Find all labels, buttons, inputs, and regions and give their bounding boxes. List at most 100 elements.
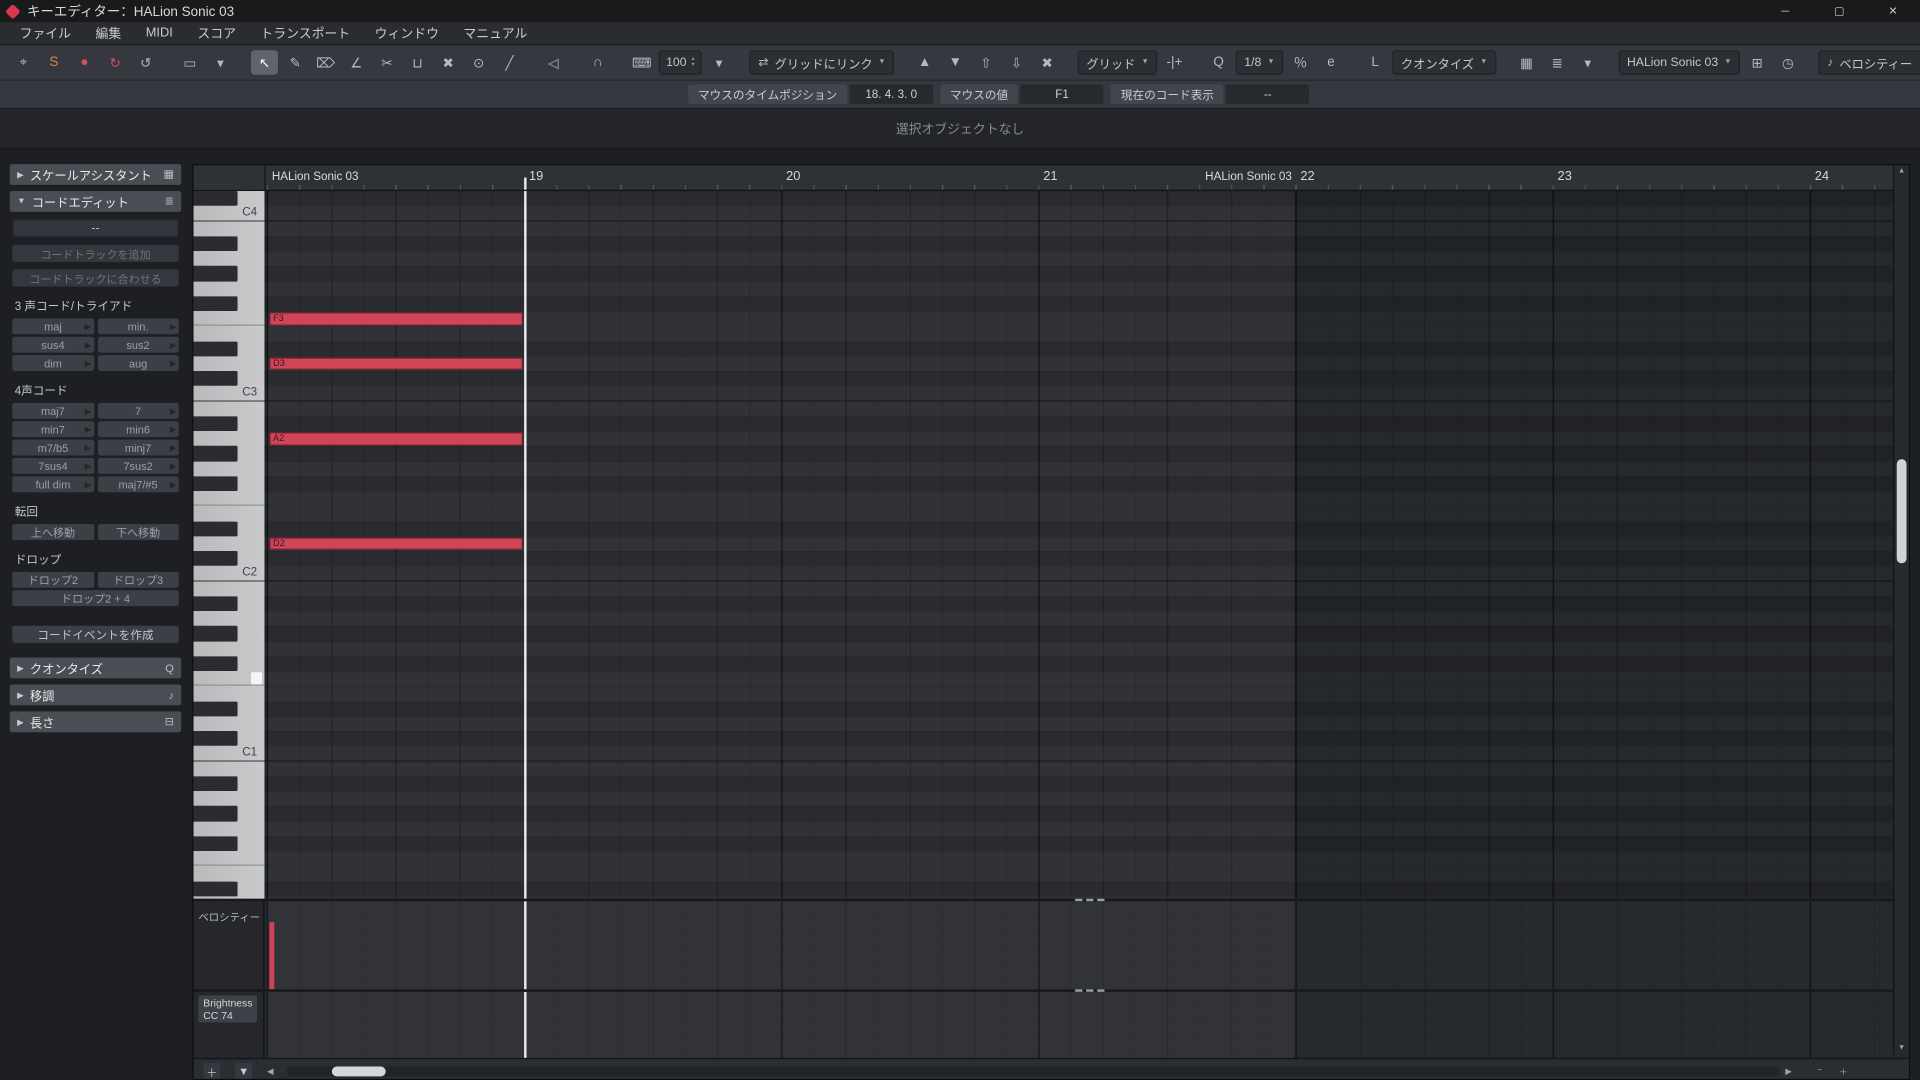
triad-chord-button[interactable]: maj▶ — [12, 318, 93, 334]
black-key[interactable] — [193, 296, 237, 311]
nudge-down-icon[interactable]: ▼ — [942, 50, 969, 74]
step-input-icon[interactable]: ⌨ — [628, 50, 655, 74]
info-field-value[interactable]: 18. 4. 3. 0 — [850, 84, 933, 104]
zoom-out-icon[interactable]: − — [1817, 1067, 1822, 1076]
black-key[interactable] — [193, 776, 237, 791]
seventh-chord-button[interactable]: maj7▶ — [12, 403, 93, 419]
scroll-up-icon[interactable]: ▲ — [1894, 168, 1909, 175]
menu-item[interactable]: MIDI — [133, 26, 185, 41]
black-key[interactable] — [193, 656, 237, 671]
black-key[interactable] — [193, 836, 237, 851]
part-edit-mode-icon[interactable]: ▦ — [1513, 50, 1540, 74]
midi-note-D2[interactable]: D2 — [269, 537, 522, 550]
scroll-right-icon[interactable]: ▶ — [1785, 1067, 1792, 1077]
seventh-chord-button[interactable]: full dim▶ — [12, 476, 93, 492]
black-key[interactable] — [193, 551, 237, 566]
erase-tool[interactable]: ⌦ — [312, 50, 339, 74]
v-scrollbar-thumb[interactable] — [1897, 459, 1907, 563]
panel-chord-edit[interactable]: ▼ コードエディット ≣ — [10, 191, 181, 212]
panel-移調[interactable]: ▶移調♪ — [10, 684, 181, 705]
midi-note-A2[interactable]: A2 — [269, 432, 522, 445]
midi-note-F3[interactable]: F3 — [269, 312, 522, 325]
piano-keyboard[interactable]: C4C3C2C1 — [193, 191, 265, 899]
part-border-icon[interactable]: ▭ — [176, 50, 203, 74]
info-field-value[interactable]: -- — [1226, 84, 1309, 104]
zoom-tool[interactable]: ⊙ — [465, 50, 492, 74]
insert-velocity-caret-icon[interactable]: ▾ — [706, 50, 733, 74]
triad-chord-button[interactable]: min.▶ — [97, 318, 178, 334]
v-scrollbar[interactable]: ▲ ▼ — [1893, 165, 1909, 1054]
seventh-chord-button[interactable]: 7▶ — [97, 403, 178, 419]
part-layers-icon[interactable]: ≣ — [1544, 50, 1571, 74]
length-l-icon[interactable]: L — [1362, 50, 1389, 74]
trim-tool[interactable]: ∠ — [343, 50, 370, 74]
line-tool[interactable]: ╱ — [496, 50, 523, 74]
seventh-chord-button[interactable]: min7▶ — [12, 421, 93, 437]
triad-chord-button[interactable]: aug▶ — [97, 355, 178, 371]
menu-item[interactable]: ウィンドウ — [362, 24, 451, 42]
black-key[interactable] — [193, 596, 237, 611]
playhead[interactable] — [524, 191, 526, 899]
glue-tool[interactable]: ⊔ — [404, 50, 431, 74]
black-key[interactable] — [193, 731, 237, 746]
menu-item[interactable]: ファイル — [7, 24, 83, 42]
part-layers-caret-icon[interactable]: ▾ — [1574, 50, 1601, 74]
cycle-button[interactable]: ↻ — [102, 50, 129, 74]
draw-tool[interactable]: ✎ — [282, 50, 309, 74]
menu-item[interactable]: マニュアル — [451, 24, 539, 42]
solo-button[interactable]: S — [40, 50, 67, 74]
create-chord-event-button[interactable]: コードイベントを作成 — [12, 626, 179, 643]
maximize-button[interactable]: ▢ — [1812, 0, 1866, 22]
seventh-chord-button[interactable]: maj7/#5▶ — [97, 476, 178, 492]
h-scrollbar-thumb[interactable] — [332, 1067, 386, 1077]
black-key[interactable] — [193, 266, 237, 281]
select-tool[interactable]: ↖ — [251, 50, 278, 74]
h-scrollbar-track[interactable] — [287, 1067, 1781, 1077]
menu-item[interactable]: 編集 — [83, 24, 133, 42]
seventh-chord-button[interactable]: m7/b5▶ — [12, 440, 93, 456]
midi-note-D3[interactable]: D3 — [269, 357, 522, 370]
part-border-caret-icon[interactable]: ▾ — [207, 50, 234, 74]
time-format-icon[interactable]: ◷ — [1774, 50, 1801, 74]
ruler[interactable]: HALion Sonic 03 HALion Sonic 03 19202122… — [264, 165, 1894, 189]
length-quantize-combo[interactable]: クオンタイズ▼ — [1392, 50, 1496, 74]
split-tool[interactable]: ✂ — [373, 50, 400, 74]
crossed-icon[interactable]: ✖ — [1034, 50, 1061, 74]
cc-lane-label[interactable]: Brightness CC 74 — [198, 996, 257, 1023]
seventh-chord-button[interactable]: 7sus4▶ — [12, 458, 93, 474]
menu-item[interactable]: スコア — [185, 24, 248, 42]
lane-preset-button[interactable]: ▼ — [235, 1063, 252, 1080]
note-grid[interactable]: F3 D3 A2 D2 — [264, 191, 1894, 899]
black-key[interactable] — [193, 191, 237, 206]
quantize-panel-icon[interactable]: e — [1318, 50, 1345, 74]
black-key[interactable] — [193, 371, 237, 386]
panel-長さ[interactable]: ▶長さ⊟ — [10, 711, 181, 732]
black-key[interactable] — [193, 446, 237, 461]
spinner-arrows-icon[interactable]: ▴▾ — [691, 56, 694, 68]
insert-velocity-spinner[interactable]: 100▴▾ — [659, 50, 702, 74]
black-key[interactable] — [193, 881, 237, 896]
menu-item[interactable]: トランスポート — [248, 24, 362, 42]
add-lane-button[interactable]: ＋ — [203, 1063, 220, 1080]
black-key[interactable] — [193, 701, 237, 716]
grid-type-combo[interactable]: グリッド▼ — [1078, 50, 1158, 74]
black-key[interactable] — [193, 521, 237, 536]
pin-icon[interactable]: ⌖ — [10, 50, 37, 74]
grid-link-combo[interactable]: ⇄グリッドにリンク▼ — [750, 50, 894, 74]
iterative-quantize-icon[interactable]: ％ — [1287, 50, 1314, 74]
part-name-start-label[interactable]: HALion Sonic 03 — [272, 170, 359, 183]
nudge-up-icon[interactable]: ▲ — [911, 50, 938, 74]
octave-down-icon[interactable]: ⇩ — [1003, 50, 1030, 74]
black-key[interactable] — [193, 416, 237, 431]
feedback-loop-button[interactable]: ↺ — [132, 50, 159, 74]
playhead-ruler[interactable] — [524, 178, 526, 190]
match-chord-track-button[interactable]: コードトラックに合わせる — [12, 269, 179, 286]
triad-chord-button[interactable]: dim▶ — [12, 355, 93, 371]
scroll-down-icon[interactable]: ▼ — [1894, 1044, 1909, 1051]
grid-adjust-icon[interactable]: -|+ — [1161, 50, 1188, 74]
drop-button[interactable]: ドロップ2 — [12, 572, 93, 588]
octave-up-icon[interactable]: ⇧ — [972, 50, 999, 74]
velocity-area[interactable] — [264, 901, 1894, 989]
quantize-q-icon[interactable]: Q — [1205, 50, 1232, 74]
minimize-button[interactable]: ─ — [1758, 0, 1812, 22]
